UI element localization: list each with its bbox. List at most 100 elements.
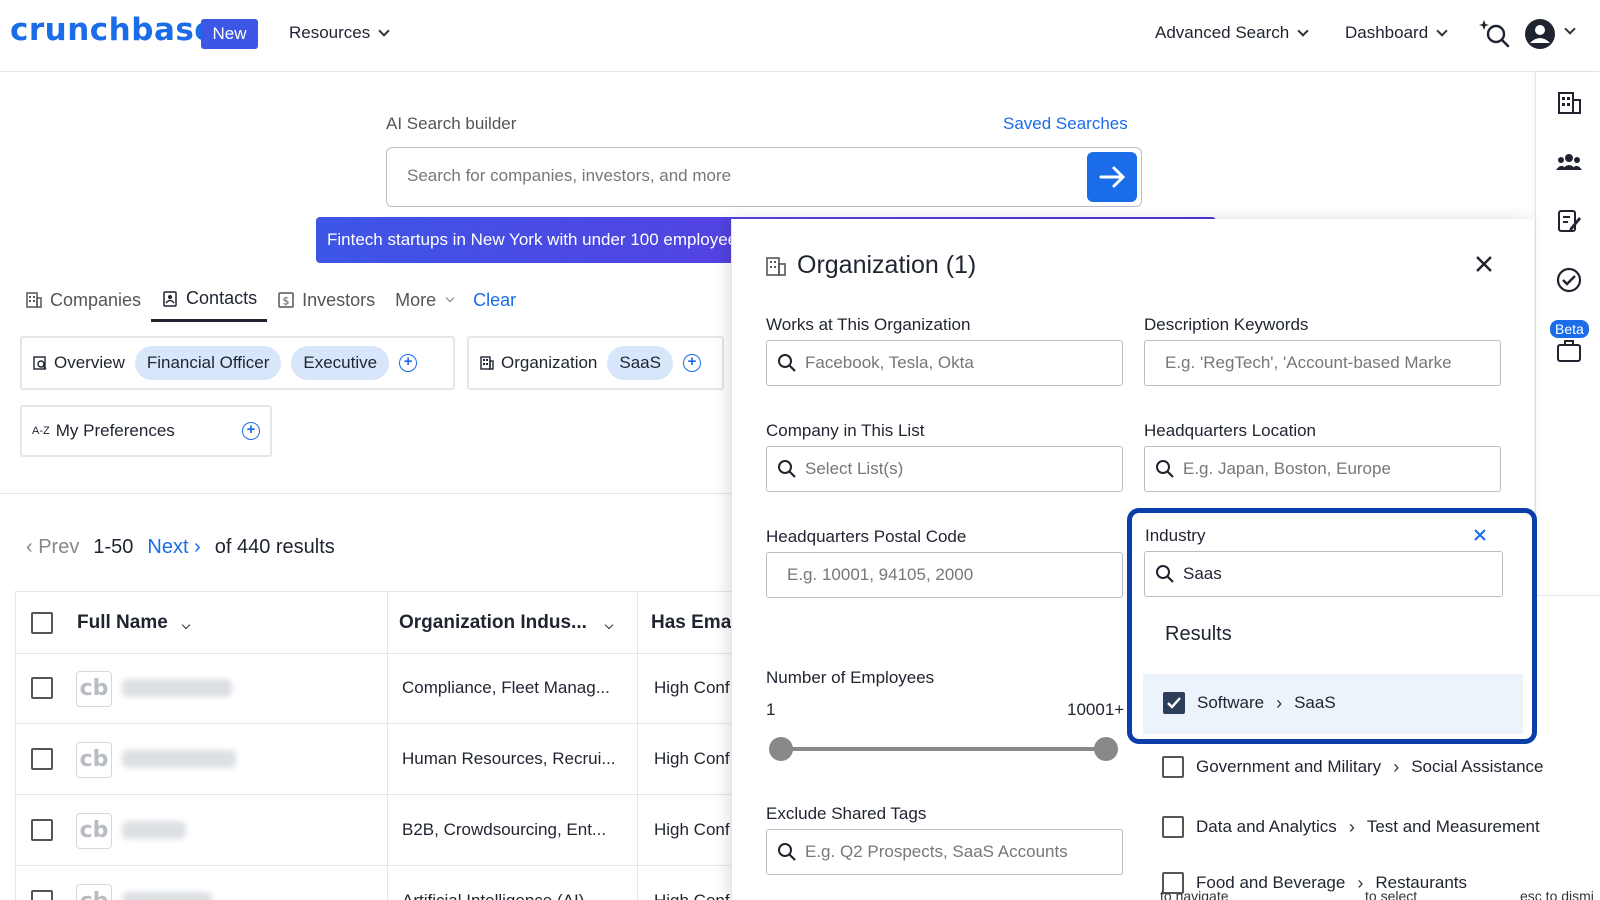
results-total: of 440 results (214, 536, 335, 558)
search-icon (1156, 565, 1174, 583)
my-preferences-label: My Preferences (55, 421, 175, 440)
check-circle-icon[interactable] (1556, 267, 1582, 293)
column-has-email[interactable]: Has Ema (651, 612, 731, 634)
results-heading: Results (1165, 623, 1232, 645)
employees-label: Number of Employees (766, 668, 935, 687)
saved-searches-link[interactable]: Saved Searches (1003, 114, 1128, 134)
building-icon[interactable] (1556, 90, 1582, 116)
select-all-checkbox[interactable] (31, 612, 53, 634)
hq-postal-placeholder: E.g. 10001, 94105, 2000 (787, 565, 974, 584)
crunchbase-logo[interactable]: crunchbase (10, 12, 216, 48)
hq-location-placeholder: E.g. Japan, Boston, Europe (1183, 459, 1391, 478)
add-filter-icon[interactable]: + (399, 354, 418, 372)
clear-button[interactable]: Clear (463, 282, 526, 321)
result-item-data-analytics[interactable]: Data and Analytics › Test and Measurement (1162, 816, 1540, 838)
column-full-name[interactable]: Full Name (77, 612, 191, 634)
email-cell: High Conf (654, 749, 730, 768)
chevron-down-icon (445, 293, 455, 302)
table-row[interactable]: cb Human Resources, Recrui... High Conf (16, 725, 734, 795)
dashboard-menu[interactable]: Dashboard (1345, 23, 1448, 43)
preferences-label-wrap: A-Z My Preferences (32, 421, 175, 441)
advanced-search-menu[interactable]: Advanced Search (1155, 23, 1309, 43)
people-icon[interactable] (1556, 149, 1582, 175)
organization-label-wrap: Organization (479, 353, 597, 373)
chevron-down-icon (378, 24, 390, 37)
works-at-input[interactable]: Facebook, Tesla, Okta (766, 340, 1123, 386)
prev-button[interactable]: ‹ Prev (26, 536, 79, 559)
add-filter-icon[interactable]: + (682, 354, 701, 372)
notes-icon[interactable] (1556, 208, 1582, 234)
briefcase-icon[interactable] (1556, 338, 1582, 364)
filter-group-preferences[interactable]: A-Z My Preferences + (20, 405, 272, 457)
chevron-down-icon[interactable] (1564, 23, 1576, 35)
resources-label: Resources (289, 23, 371, 42)
result-checkbox-checked[interactable] (1163, 692, 1185, 714)
result-item-software-saas[interactable]: Software › SaaS (1143, 674, 1523, 734)
tab-more[interactable]: More (385, 282, 463, 321)
chevron-down-icon (181, 620, 191, 630)
hint-select: to select (1365, 888, 1418, 900)
desc-keywords-input[interactable]: E.g. 'RegTech', 'Account-based Marke (1144, 340, 1501, 386)
sparkle-search-icon[interactable] (1478, 18, 1510, 50)
tab-investors[interactable]: $ Investors (267, 282, 385, 321)
result-parent: Software (1197, 693, 1265, 712)
overview-icon (33, 356, 47, 370)
filter-group-organization[interactable]: Organization SaaS + (467, 336, 724, 390)
search-submit-button[interactable] (1087, 152, 1137, 202)
hq-postal-input[interactable]: E.g. 10001, 94105, 2000 (766, 552, 1123, 598)
divider (0, 493, 735, 494)
account-avatar-icon[interactable] (1524, 18, 1556, 50)
employees-slider-track[interactable] (780, 747, 1100, 751)
employees-slider-max-handle[interactable] (1094, 737, 1118, 761)
dashboard-label: Dashboard (1345, 23, 1429, 42)
industry-label: Industry (1145, 526, 1206, 545)
hq-location-input[interactable]: E.g. Japan, Boston, Europe (1144, 446, 1501, 492)
tab-investors-label: Investors (302, 289, 376, 310)
result-checkbox[interactable] (1162, 756, 1184, 778)
row-checkbox[interactable] (31, 890, 53, 900)
result-parent: Government and Military (1196, 757, 1382, 776)
works-at-placeholder: Facebook, Tesla, Okta (805, 353, 974, 372)
result-child: Test and Measurement (1366, 817, 1540, 836)
hq-postal-label: Headquarters Postal Code (766, 527, 967, 546)
avatar: cb (76, 884, 112, 900)
filter-group-overview[interactable]: Overview Financial Officer Executive + (20, 336, 455, 390)
result-parent: Data and Analytics (1196, 817, 1337, 836)
resources-menu[interactable]: Resources (289, 23, 390, 43)
overview-label: Overview (54, 353, 125, 372)
row-checkbox[interactable] (31, 748, 53, 770)
close-icon[interactable] (1473, 253, 1495, 275)
tab-companies[interactable]: Companies (15, 282, 151, 321)
checkmark-icon (1167, 697, 1181, 709)
clear-industry-icon[interactable] (1472, 527, 1488, 543)
page-range: 1-50 (93, 536, 134, 558)
chevron-down-icon (604, 620, 614, 630)
next-button[interactable]: Next › (147, 536, 200, 559)
shared-tags-input[interactable]: E.g. Q2 Prospects, SaaS Accounts (766, 829, 1123, 875)
chip-saas[interactable]: SaaS (607, 346, 673, 380)
contact-card-icon (163, 290, 177, 307)
tab-contacts[interactable]: Contacts (151, 280, 268, 322)
results-table: Full Name Organization Indus... Has Ema … (15, 591, 735, 900)
row-checkbox[interactable] (31, 677, 53, 699)
table-row[interactable]: cb Artificial Intelligence (AI) High Con… (16, 867, 734, 900)
chevron-down-icon (1436, 24, 1448, 37)
table-row[interactable]: cb B2B, Crowdsourcing, Ent... High Conf (16, 796, 734, 866)
company-list-input[interactable]: Select List(s) (766, 446, 1123, 492)
result-checkbox[interactable] (1162, 816, 1184, 838)
column-org-industry[interactable]: Organization Indus... (399, 612, 614, 634)
avatar: cb (76, 742, 112, 778)
blurred-name (122, 821, 186, 839)
result-item-government[interactable]: Government and Military › Social Assistanc… (1162, 756, 1543, 778)
row-checkbox[interactable] (31, 819, 53, 841)
svg-text:$: $ (283, 295, 290, 308)
add-filter-icon[interactable]: + (242, 422, 260, 440)
chip-executive[interactable]: Executive (291, 346, 390, 380)
search-input[interactable] (407, 166, 1047, 186)
chip-financial-officer[interactable]: Financial Officer (134, 346, 282, 380)
result-child: SaaS (1294, 693, 1336, 712)
industry-input[interactable]: Saas (1144, 551, 1503, 597)
column-full-name-label: Full Name (77, 612, 168, 633)
employees-slider-min-handle[interactable] (769, 737, 793, 761)
table-row[interactable]: cb Compliance, Fleet Manag... High Conf (16, 654, 734, 724)
